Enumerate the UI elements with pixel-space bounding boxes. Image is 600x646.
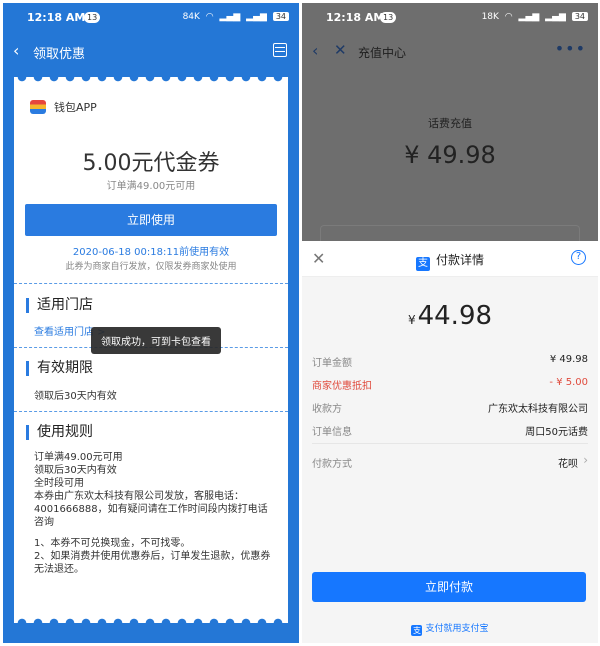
status-bar: 12:18 AM 13 84K ◠ ▂▄▆ ▂▄▆ 34 — [3, 3, 299, 33]
close-icon[interactable]: ✕ — [334, 41, 347, 59]
rule-line: 领取后30天内有效 — [34, 465, 117, 476]
status-bar: 12:18 AM 13 18K ◠ ▂▄▆ ▂▄▆ 34 — [302, 3, 598, 33]
coupon-condition: 订单满49.00元可用 — [106, 181, 196, 192]
scallop-edge-top — [14, 77, 288, 85]
detail-value: - ¥ 5.00 — [549, 377, 588, 388]
divider — [14, 411, 288, 412]
alipay-footer: 支支付就用支付宝 — [411, 624, 489, 636]
detail-key: 商家优惠抵扣 — [312, 381, 372, 392]
rules-title: 使用规则 — [26, 425, 93, 440]
recharge-price: ¥ 49.98 — [404, 141, 496, 169]
status-icons: 18K ◠ ▂▄▆ ▂▄▆ 34 — [479, 12, 588, 22]
rule-line: 1、本券不可兑换现金，不可找零。 — [34, 538, 191, 549]
detail-row-order-info: 订单信息 周口50元话费 — [312, 418, 588, 441]
rule-line: 本券由广东欢太科技有限公司发放，客服电话：4001666888，如有疑问请在工作… — [34, 491, 268, 528]
amount-value: 44.98 — [417, 301, 493, 331]
recharge-label: 话费充值 — [428, 117, 472, 130]
detail-key: 收款方 — [312, 404, 342, 415]
signal-icon: ▂▄▆ — [219, 12, 241, 22]
nav-bar: ‹ 领取优惠 — [3, 33, 299, 71]
status-icons: 84K ◠ ▂▄▆ ▂▄▆ 34 — [180, 12, 289, 22]
signal-icon-2: ▂▄▆ — [246, 12, 267, 22]
battery-icon: 34 — [571, 12, 588, 21]
payment-method-row[interactable]: 付款方式 花呗 › — [312, 450, 588, 473]
detail-key: 订单金额 — [312, 358, 352, 369]
detail-value: 广东欢太科技有限公司 — [488, 404, 588, 415]
detail-key: 付款方式 — [312, 459, 352, 470]
coupon-screen: 12:18 AM 13 84K ◠ ▂▄▆ ▂▄▆ 34 ‹ 领取优惠 钱包AP… — [3, 3, 299, 643]
currency-symbol: ¥ — [407, 313, 416, 327]
validity-text: 领取后30天内有效 — [34, 391, 117, 402]
battery-icon: 34 — [272, 12, 289, 21]
detail-value: 周口50元话费 — [525, 427, 588, 438]
screenshot-root: 12:18 AM 13 84K ◠ ▂▄▆ ▂▄▆ 34 ‹ 领取优惠 钱包AP… — [0, 0, 600, 646]
rule-line: 订单满49.00元可用 — [34, 452, 123, 463]
stores-title: 适用门店 — [26, 298, 93, 313]
pay-now-button[interactable]: 立即付款 — [312, 572, 586, 602]
expiry-note: 此券为商家自行发放，仅限发券商家处使用 — [65, 262, 237, 272]
help-icon[interactable]: ? — [571, 250, 586, 265]
expiry-text: 2020-06-18 00:18:11前使用有效 — [72, 247, 230, 258]
rules-text: 订单满49.00元可用 领取后30天内有效 全时段可用 本券由广东欢太科技有限公… — [34, 451, 274, 576]
rule-line — [34, 529, 274, 537]
card-menu-icon[interactable] — [273, 43, 287, 57]
payment-amount: ¥44.98 — [302, 301, 598, 331]
wifi-icon: ◠ — [504, 12, 513, 22]
detail-value: ¥ 49.98 — [549, 354, 588, 365]
nav-bar: ‹ ✕ 充值中心 ••• — [302, 33, 598, 71]
notification-badge: 13 — [380, 12, 397, 23]
rule-line: 2、如果消费并使用优惠券后，订单发生退款，优惠券无法退还。 — [34, 551, 271, 575]
detail-row-order-amount: 订单金额 ¥ 49.98 — [312, 349, 588, 372]
detail-row-discount: 商家优惠抵扣 - ¥ 5.00 — [312, 372, 588, 395]
alipay-icon: 支 — [415, 257, 430, 271]
coupon-amount: 5.00元代金券 — [82, 151, 220, 176]
chevron-right-icon: › — [583, 453, 588, 467]
signal-icon: ▂▄▆ — [518, 12, 540, 22]
page-title: 领取优惠 — [33, 47, 86, 62]
validity-title: 有效期限 — [26, 361, 93, 376]
payment-screen: 12:18 AM 13 18K ◠ ▂▄▆ ▂▄▆ 34 ‹ ✕ 充值中心 ••… — [302, 3, 598, 643]
notification-badge: 13 — [84, 12, 101, 23]
divider — [312, 443, 588, 444]
page-title: 充值中心 — [358, 46, 407, 60]
net-speed: 84K — [182, 12, 200, 22]
rule-line: 全时段可用 — [34, 478, 84, 489]
back-icon[interactable]: ‹ — [312, 41, 318, 60]
use-now-button[interactable]: 立即使用 — [25, 204, 277, 236]
detail-key: 订单信息 — [312, 427, 352, 438]
status-time: 12:18 AM — [27, 11, 86, 24]
alipay-icon: 支 — [411, 625, 423, 636]
back-icon[interactable]: ‹ — [13, 41, 19, 60]
wallet-icon — [30, 100, 46, 114]
sheet-title: 支付款详情 — [415, 253, 484, 271]
signal-icon-2: ▂▄▆ — [545, 12, 566, 22]
status-time: 12:18 AM — [326, 11, 385, 24]
payment-details: 订单金额 ¥ 49.98 商家优惠抵扣 - ¥ 5.00 收款方 广东欢太科技有… — [312, 349, 588, 473]
payment-sheet: ✕ 支付款详情 ? ¥44.98 订单金额 ¥ 49.98 商家优惠抵扣 - ¥… — [302, 241, 598, 643]
wallet-app-label: 钱包APP — [30, 99, 97, 115]
success-toast: 领取成功，可到卡包查看 — [91, 327, 221, 354]
net-speed: 18K — [481, 12, 499, 22]
detail-row-payee: 收款方 广东欢太科技有限公司 — [312, 395, 588, 418]
scallop-edge-bottom — [14, 615, 288, 623]
divider — [14, 283, 288, 284]
wifi-icon: ◠ — [205, 12, 214, 22]
sheet-header: ✕ 支付款详情 ? — [302, 241, 598, 277]
more-icon[interactable]: ••• — [555, 39, 586, 58]
dimmed-background: 12:18 AM 13 18K ◠ ▂▄▆ ▂▄▆ 34 ‹ ✕ 充值中心 ••… — [302, 3, 598, 255]
